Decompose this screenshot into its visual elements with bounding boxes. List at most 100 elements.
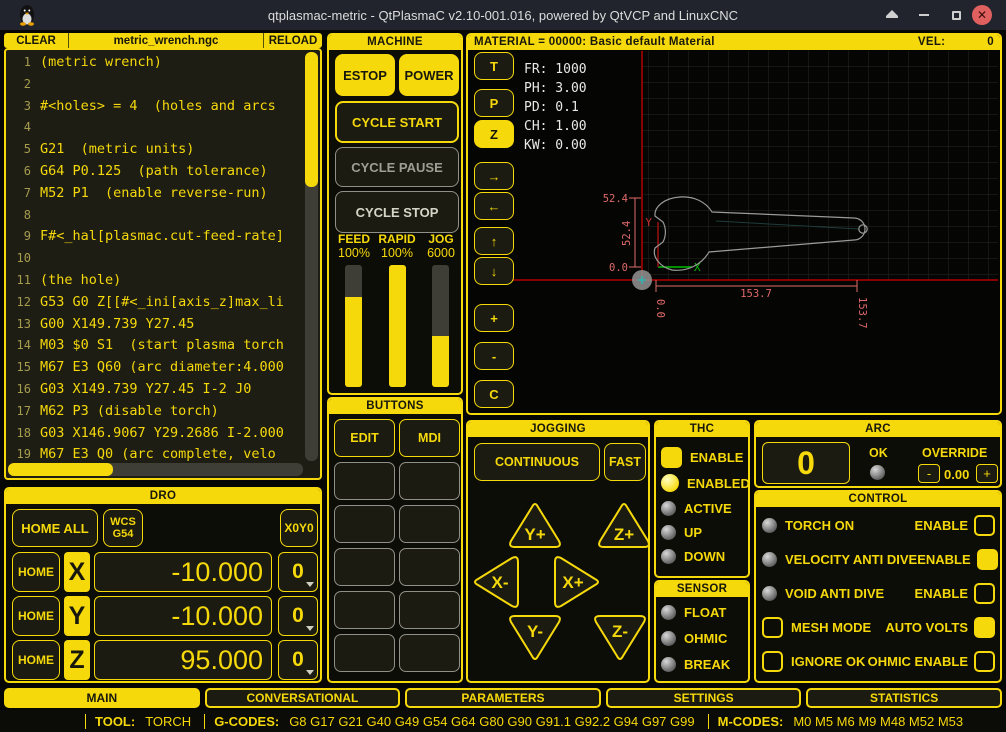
- estop-button[interactable]: ESTOP: [335, 54, 395, 96]
- gcode-line-number: 16: [10, 379, 31, 401]
- jog-continuous-button[interactable]: CONTINUOUS: [474, 443, 600, 481]
- control-left-label: VELOCITY ANTI DIVE: [785, 552, 917, 567]
- horizontal-scroll-thumb[interactable]: [8, 463, 113, 476]
- pan-up-button[interactable]: ↑: [474, 227, 514, 255]
- zoom-out-button[interactable]: -: [474, 342, 514, 370]
- thc-row-enable[interactable]: ENABLE: [661, 447, 746, 468]
- user-button-mdi[interactable]: MDI: [399, 419, 460, 457]
- enable-checkbox[interactable]: [974, 583, 995, 604]
- user-button-empty[interactable]: [334, 591, 395, 629]
- clear-view-c-button[interactable]: C: [474, 380, 514, 408]
- clear-button[interactable]: CLEAR: [4, 35, 68, 47]
- pan-down-button[interactable]: ↓: [474, 257, 514, 285]
- feed-value: 100%: [332, 246, 376, 260]
- restore-button[interactable]: [946, 5, 966, 25]
- break-led: [661, 657, 676, 672]
- gcode-line-text: G53 G0 Z[[#<_ini[axis_z]max_li: [40, 292, 303, 314]
- gcode-line: 1(metric wrench): [10, 52, 303, 74]
- gcode-line-number: 8: [10, 205, 31, 227]
- override-minus-button[interactable]: -: [918, 464, 940, 483]
- xy-zero-button[interactable]: X0Y0: [280, 509, 318, 547]
- jogging-header: JOGGING: [468, 422, 648, 437]
- enable-checkbox[interactable]: [974, 515, 995, 536]
- jog-x-minus-button[interactable]: X-: [469, 553, 519, 611]
- home-y-button[interactable]: HOME: [12, 596, 60, 636]
- jog-z-plus-button[interactable]: Z+: [595, 498, 650, 548]
- minimize-button[interactable]: [914, 5, 934, 25]
- tab-statistics[interactable]: STATISTICS: [806, 688, 1002, 708]
- enable-checkbox[interactable]: [977, 549, 998, 570]
- status-separator: [204, 714, 205, 729]
- user-button-empty[interactable]: [334, 634, 395, 672]
- user-button-empty[interactable]: [399, 505, 460, 543]
- jog-z-minus-button[interactable]: Z-: [591, 615, 649, 665]
- cycle-stop-button[interactable]: CYCLE STOP: [335, 191, 459, 233]
- ohmic-label: OHMIC: [684, 631, 727, 646]
- zoom-z-button[interactable]: Z: [474, 120, 514, 148]
- gcode-line-number: 5: [10, 139, 31, 161]
- reload-button[interactable]: RELOAD: [264, 35, 322, 47]
- dim-y-max: 52.4: [603, 193, 628, 205]
- ignore-ok-checkbox[interactable]: [762, 651, 783, 672]
- user-button-empty[interactable]: [399, 548, 460, 586]
- override-plus-button[interactable]: +: [976, 464, 998, 483]
- user-button-empty[interactable]: [334, 462, 395, 500]
- keep-above-button[interactable]: [882, 5, 902, 25]
- jog-y-minus-button[interactable]: Y-: [506, 615, 564, 665]
- pan-right-button[interactable]: →: [474, 162, 514, 190]
- tab-parameters[interactable]: PARAMETERS: [405, 688, 601, 708]
- pan-p-button[interactable]: P: [474, 89, 514, 117]
- control-right-label: OHMIC ENABLE: [868, 654, 968, 669]
- power-button[interactable]: POWER: [399, 54, 459, 96]
- mesh-mode-checkbox[interactable]: [762, 617, 783, 638]
- cycle-pause-button[interactable]: CYCLE PAUSE: [335, 147, 459, 187]
- zero-x-button[interactable]: 0: [278, 552, 318, 592]
- home-all-button[interactable]: HOME ALL: [12, 509, 98, 547]
- home-x-button[interactable]: HOME: [12, 552, 60, 592]
- velocity-anti-dive-led: [762, 552, 777, 567]
- user-button-empty[interactable]: [334, 548, 395, 586]
- gcode-editor[interactable]: 1(metric wrench)23#<holes> = 4 (holes an…: [4, 48, 322, 480]
- control-left-label: MESH MODE: [791, 620, 871, 635]
- zero-z-label: 0: [292, 648, 304, 672]
- sensor-row-ohmic: OHMIC: [661, 631, 746, 646]
- jog-slider-fill: [432, 336, 449, 387]
- jog-slider[interactable]: [432, 265, 449, 387]
- user-button-empty[interactable]: [399, 462, 460, 500]
- tab-conversational[interactable]: CONVERSATIONAL: [205, 688, 401, 708]
- horizontal-scrollbar[interactable]: [8, 463, 303, 476]
- svg-text:Z+: Z+: [614, 525, 634, 544]
- single-cut-t-button[interactable]: T: [474, 52, 514, 80]
- jog-x-plus-button[interactable]: X+: [554, 553, 604, 611]
- jog-fast-button[interactable]: FAST: [604, 443, 646, 481]
- zero-y-button[interactable]: 0: [278, 596, 318, 636]
- user-button-empty[interactable]: [334, 505, 395, 543]
- dim-x-mid: 153.7: [740, 288, 772, 300]
- material-label[interactable]: MATERIAL = 00000: Basic default Material: [474, 35, 715, 50]
- vertical-scrollbar[interactable]: [305, 52, 318, 461]
- rapid-slider[interactable]: [389, 265, 406, 387]
- tab-main[interactable]: MAIN: [4, 688, 200, 708]
- wcs-button[interactable]: WCS G54: [103, 509, 143, 547]
- zoom-in-button[interactable]: +: [474, 304, 514, 332]
- cycle-start-button[interactable]: CYCLE START: [335, 101, 459, 143]
- zero-z-button[interactable]: 0: [278, 640, 318, 680]
- torch-position-indicator: [632, 270, 652, 290]
- user-button-empty[interactable]: [399, 634, 460, 672]
- jog-y-plus-button[interactable]: Y+: [506, 498, 564, 548]
- user-button-edit[interactable]: EDIT: [334, 419, 395, 457]
- pan-left-button[interactable]: ←: [474, 192, 514, 220]
- tab-settings[interactable]: SETTINGS: [606, 688, 802, 708]
- enable-checkbox[interactable]: [661, 447, 682, 468]
- ohmic-enable-checkbox[interactable]: [974, 651, 995, 672]
- feed-slider[interactable]: [345, 265, 362, 387]
- arc-ok-label: OK: [869, 446, 888, 460]
- vertical-scroll-thumb[interactable]: [305, 52, 318, 187]
- control-left-label: IGNORE OK: [791, 654, 865, 669]
- gcode-line-text: M03 $0 S1 (start plasma torch: [40, 335, 303, 357]
- gcode-line: 9F#<_hal[plasmac.cut-feed-rate]: [10, 226, 303, 248]
- user-button-empty[interactable]: [399, 591, 460, 629]
- close-button[interactable]: ✕: [972, 5, 992, 25]
- home-z-button[interactable]: HOME: [12, 640, 60, 680]
- auto-volts-checkbox[interactable]: [974, 617, 995, 638]
